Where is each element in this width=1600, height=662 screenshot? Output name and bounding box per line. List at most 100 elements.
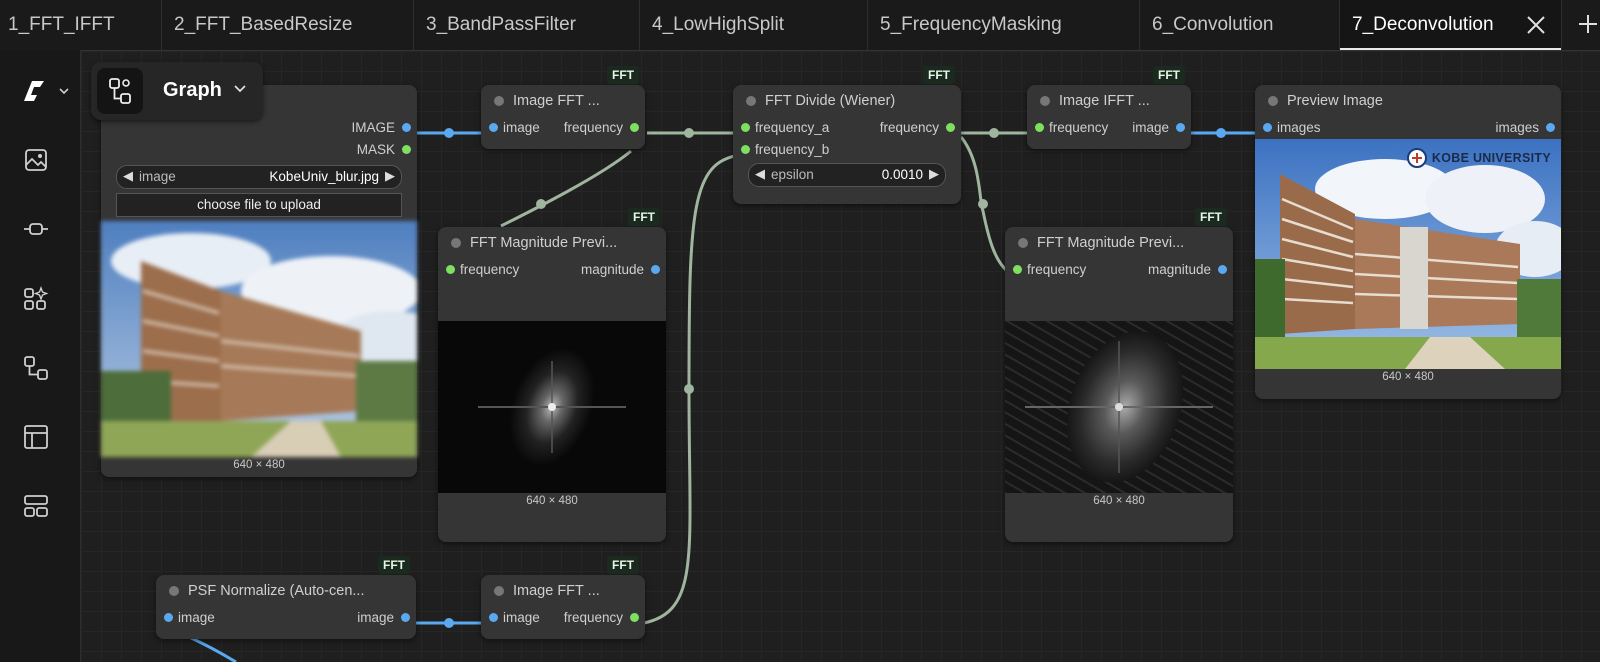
arrow-left-icon[interactable]: ◀ [123, 168, 133, 184]
tab-5-frequencymasking[interactable]: 5_FrequencyMasking [868, 0, 1140, 50]
tab-4-lowhighsplit[interactable]: 4_LowHighSplit [640, 0, 868, 50]
psf-normalize-node[interactable]: FFT PSF Normalize (Auto-cen... image ima… [156, 556, 416, 639]
input-port-image[interactable] [164, 613, 173, 622]
image-fft-node-bottom[interactable]: FFT Image FFT ... image frequency [481, 556, 645, 639]
output-label: IMAGE [351, 120, 395, 135]
image-size-caption: 640 × 480 [526, 495, 578, 507]
watermark-text: KOBE UNIVERSITY [1431, 151, 1551, 165]
templates-icon[interactable] [22, 285, 50, 313]
magnitude-spectrum-preview [438, 321, 666, 493]
input-port-frequency-b[interactable] [741, 145, 750, 154]
widget-value: KobeUniv_blur.jpg [269, 169, 379, 184]
output-label: images [1495, 120, 1539, 135]
input-label: frequency [1027, 262, 1087, 277]
input-port-frequency-a[interactable] [741, 123, 750, 132]
tab-label: 6_Convolution [1152, 14, 1274, 35]
output-port-magnitude[interactable] [651, 265, 660, 274]
input-port-image[interactable] [489, 123, 498, 132]
arrow-left-icon[interactable]: ◀ [755, 166, 765, 182]
tab-6-convolution[interactable]: 6_Convolution [1140, 0, 1340, 50]
preview-image-node[interactable]: Preview Image images images KOBE UNIVERS… [1255, 85, 1561, 399]
output-port-image[interactable] [1176, 123, 1185, 132]
node-title: Image IFFT ... [1027, 85, 1191, 117]
arrow-right-icon[interactable]: ▶ [385, 168, 395, 184]
output-port-mask[interactable] [402, 145, 411, 154]
input-port-image[interactable] [489, 613, 498, 622]
campus-photo [1255, 139, 1561, 369]
fft-divide-wiener-node[interactable]: FFT FFT Divide (Wiener) frequency_a freq… [733, 66, 961, 204]
output-image-row: IMAGE [101, 117, 417, 139]
image-size-caption: 640 × 480 [1093, 495, 1145, 507]
link-midpoint [684, 128, 694, 138]
output-port-image[interactable] [401, 613, 410, 622]
logo-icon[interactable] [22, 77, 70, 105]
tab-label: 4_LowHighSplit [652, 14, 785, 35]
image-select-widget[interactable]: ◀ image KobeUniv_blur.jpg ▶ [116, 165, 402, 189]
input-label: image [503, 120, 540, 135]
io-row: images images [1255, 117, 1561, 139]
node-title: FFT Divide (Wiener) [733, 85, 961, 117]
node-title: Preview Image [1255, 85, 1561, 117]
output-label: magnitude [1147, 262, 1211, 277]
fft-magnitude-preview-node-right[interactable]: FFT FFT Magnitude Previ... frequency mag… [1005, 208, 1233, 542]
fft-magnitude-preview-node-left[interactable]: FFT FFT Magnitude Previ... frequency mag… [438, 208, 666, 542]
image-ifft-node[interactable]: FFT Image IFFT ... frequency image [1027, 66, 1191, 149]
input-label: frequency_b [755, 142, 830, 157]
output-port-frequency[interactable] [946, 123, 955, 132]
input-port-frequency[interactable] [446, 265, 455, 274]
input-label: frequency [460, 262, 520, 277]
layout-icon[interactable] [22, 423, 50, 451]
university-emblem-icon [1406, 148, 1427, 168]
sharp-image-preview: KOBE UNIVERSITY [1255, 139, 1561, 369]
load-image-node[interactable]: IMAGE MASK ◀ image KobeUniv_blur.jpg ▶ c… [101, 85, 417, 477]
io-row: frequency image [1027, 117, 1191, 139]
images-icon[interactable] [22, 146, 50, 174]
io-row: image frequency [481, 117, 645, 139]
fft-badge: FFT [628, 208, 660, 226]
node-title: FFT Magnitude Previ... [1005, 227, 1233, 259]
kobe-university-logo: KOBE UNIVERSITY [1406, 147, 1551, 169]
input-port-frequency[interactable] [1013, 265, 1022, 274]
input-port-images[interactable] [1263, 123, 1272, 132]
output-mask-row: MASK [101, 139, 417, 161]
input-label: frequency [1049, 120, 1109, 135]
tab-2-fft-basedresize[interactable]: 2_FFT_BasedResize [162, 0, 414, 50]
arrow-right-icon[interactable]: ▶ [929, 166, 939, 182]
output-port-magnitude[interactable] [1218, 265, 1227, 274]
io-row: frequency magnitude [1005, 259, 1233, 281]
output-label: frequency [563, 610, 623, 625]
io-row: image frequency [481, 607, 645, 629]
input-label: image [503, 610, 540, 625]
graph-label: Graph [163, 79, 222, 101]
upload-button[interactable]: choose file to upload [116, 193, 402, 217]
output-port-images[interactable] [1546, 123, 1555, 132]
input-port-frequency[interactable] [1035, 123, 1044, 132]
nodes-icon[interactable] [22, 215, 50, 243]
input-label: images [1277, 120, 1321, 135]
link-image [188, 635, 237, 662]
image-fft-node-top[interactable]: FFT Image FFT ... image frequency [481, 66, 645, 149]
link-midpoint [444, 128, 454, 138]
graph-canvas[interactable]: IMAGE MASK ◀ image KobeUniv_blur.jpg ▶ c… [81, 51, 1600, 662]
output-port-frequency[interactable] [630, 613, 639, 622]
io-row: frequency_a frequency [733, 117, 961, 139]
tab-label: 5_FrequencyMasking [880, 14, 1062, 35]
input-label: image [178, 610, 215, 625]
graph-menu[interactable]: Graph [91, 62, 263, 120]
tab-label: 2_FFT_BasedResize [174, 14, 353, 35]
plus-icon[interactable] [1577, 13, 1599, 35]
workflows-icon[interactable] [22, 354, 50, 382]
epsilon-widget[interactable]: ◀ epsilon 0.0010 ▶ [748, 163, 946, 187]
io-row: image image [156, 607, 416, 629]
link-midpoint [1216, 128, 1226, 138]
output-port-image[interactable] [402, 123, 411, 132]
magnitude-spectrum-preview [1005, 321, 1233, 493]
tab-1-fft-ifft[interactable]: 1_FFT_IFFT [0, 0, 162, 50]
tab-label: 7_Deconvolution [1352, 14, 1494, 35]
close-icon[interactable] [1525, 14, 1547, 36]
sidebar [0, 50, 81, 662]
panels-icon[interactable] [22, 492, 50, 520]
fft-badge: FFT [923, 66, 955, 84]
output-port-frequency[interactable] [630, 123, 639, 132]
tab-3-bandpassfilter[interactable]: 3_BandPassFilter [414, 0, 640, 50]
